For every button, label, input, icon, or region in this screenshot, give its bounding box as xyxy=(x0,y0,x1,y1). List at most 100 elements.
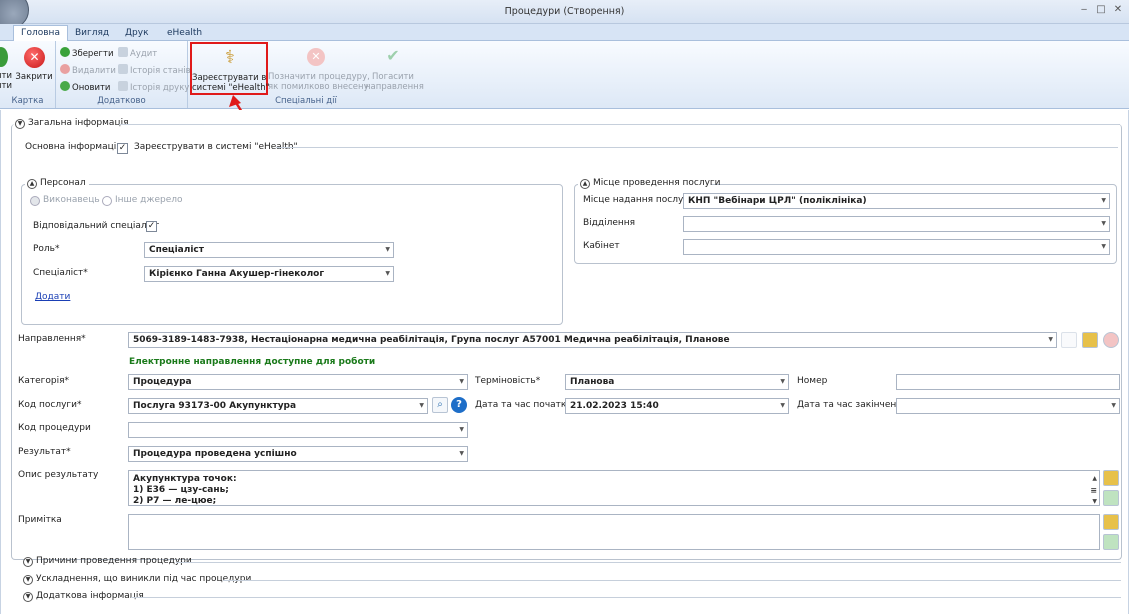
group-additional: Зберегти Видалити Оновити Аудит Історія … xyxy=(56,41,191,108)
search-service-icon[interactable]: ⌕ xyxy=(432,397,448,413)
description-label: Опис результату xyxy=(18,470,99,480)
audit-label: Аудит xyxy=(130,49,158,59)
add-template-icon[interactable] xyxy=(1103,490,1119,506)
start-date-input[interactable]: 21.02.2023 15:40 ▼ xyxy=(565,398,789,414)
refresh-icon xyxy=(60,81,70,91)
scroll-grip-icon[interactable]: ≡ xyxy=(1090,485,1097,496)
add-personnel-link[interactable]: Додати xyxy=(35,292,70,302)
minimize-button[interactable]: ‒ xyxy=(1077,4,1091,15)
other-source-radio-label: Інше джерело xyxy=(115,195,183,205)
cancel-referral-button[interactable]: Погасити направлення xyxy=(365,72,424,92)
open-referral-icon[interactable] xyxy=(1082,332,1098,348)
department-select[interactable]: ▼ xyxy=(683,216,1110,232)
provider-label: Місце надання послуг* xyxy=(583,195,693,205)
tab-view[interactable]: Вигляд xyxy=(68,26,116,42)
room-label: Кабінет xyxy=(583,241,620,251)
audit-button[interactable]: Аудит xyxy=(118,47,157,59)
save-close-button[interactable]: ити ити xyxy=(0,71,12,91)
history-icon xyxy=(118,64,128,74)
executor-radio[interactable] xyxy=(30,196,40,206)
save-button[interactable]: Зберегти xyxy=(60,47,114,59)
role-select[interactable]: Спеціаліст ▼ xyxy=(144,242,394,258)
category-value: Процедура xyxy=(133,377,192,387)
close-window-button[interactable]: ✕ xyxy=(1111,4,1125,15)
provider-select[interactable]: КНП "Вебінари ЦРЛ" (поліклініка) ▼ xyxy=(683,193,1110,209)
close-button[interactable]: Закрити xyxy=(14,72,54,82)
tab-ehealth[interactable]: eHealth xyxy=(160,26,209,42)
personnel-header: ▲ Персонал xyxy=(25,178,89,190)
group-special-label: Спеціальні дії xyxy=(275,96,337,106)
help-icon[interactable]: ? xyxy=(451,397,467,413)
divider xyxy=(131,597,1121,598)
collapse-personnel-icon[interactable]: ▲ xyxy=(27,179,37,189)
register-ehealth-checkbox[interactable]: ✓ xyxy=(117,143,128,154)
procedure-code-select[interactable]: ▼ xyxy=(128,422,468,438)
group-special: ⚕ Зареєструвати в системі "eHealth" ✕ По… xyxy=(188,41,424,108)
scroll-up-icon[interactable]: ▲ xyxy=(1092,473,1097,484)
tab-home[interactable]: Головна xyxy=(13,25,68,41)
save-icon xyxy=(60,47,70,57)
description-textarea[interactable]: Акупунктура точок: 1) E36 — цзу-сань; 2)… xyxy=(128,470,1100,506)
delete-button[interactable]: Видалити xyxy=(60,64,116,76)
chevron-down-icon: ▼ xyxy=(459,378,464,385)
title-bar: Процедури (Створення) ‒ □ ✕ xyxy=(0,0,1129,29)
clear-referral-icon[interactable] xyxy=(1103,332,1119,348)
edit-referral-icon[interactable] xyxy=(1061,332,1077,348)
register-ehealth-button[interactable]: ⚕ Зареєструвати в системі "eHealth" xyxy=(190,42,270,95)
main-form: ▼ Загальна інформація Основна інформація… xyxy=(0,110,1129,614)
end-date-label: Дата та час закінчення xyxy=(797,400,908,410)
history-print-button[interactable]: Історія друку xyxy=(118,81,189,93)
chevron-down-icon: ▼ xyxy=(1101,197,1106,204)
refresh-button[interactable]: Оновити xyxy=(60,81,110,93)
ribbon: ити ити ✕ Закрити Картка Зберегти Видали… xyxy=(0,41,1129,109)
collapse-reasons-icon[interactable]: ▼ xyxy=(23,557,33,567)
collapse-complications-icon[interactable]: ▼ xyxy=(23,575,33,585)
section-additional-title[interactable]: Додаткова інформація xyxy=(36,591,144,601)
referral-status: Електронне направлення доступне для робо… xyxy=(129,357,376,367)
caduceus-icon: ⚕ xyxy=(225,47,235,68)
specialist-label: Спеціаліст* xyxy=(33,268,88,278)
category-select[interactable]: Процедура ▼ xyxy=(128,374,468,390)
start-date-value: 21.02.2023 15:40 xyxy=(570,401,659,411)
note-textarea[interactable] xyxy=(128,514,1100,550)
chevron-down-icon: ▼ xyxy=(780,378,785,385)
result-value: Процедура проведена успішно xyxy=(133,449,297,459)
room-select[interactable]: ▼ xyxy=(683,239,1110,255)
note-add-template-icon[interactable] xyxy=(1103,534,1119,550)
specialist-select[interactable]: Кірієнко Ганна Акушер-гінеколог ▼ xyxy=(144,266,394,282)
template-icon[interactable] xyxy=(1103,470,1119,486)
collapse-place-icon[interactable]: ▲ xyxy=(580,179,590,189)
responsible-checkbox[interactable]: ✓ xyxy=(146,221,157,232)
place-title: Місце проведення послуги xyxy=(593,178,721,188)
start-date-label: Дата та час початку* xyxy=(475,400,577,410)
responsible-label: Відповідальний спеціаліст xyxy=(33,221,160,231)
service-select[interactable]: Послуга 93173-00 Акупунктура ▼ xyxy=(128,398,428,414)
section-reasons-title[interactable]: Причини проведення процедури xyxy=(36,556,192,566)
divider xyxy=(223,580,1121,581)
history-states-button[interactable]: Історія станів xyxy=(118,64,191,76)
mark-wrong-button[interactable]: Позначити процедуру, як помилково внесен… xyxy=(268,72,370,92)
save-label: Зберегти xyxy=(72,49,114,59)
provider-value: КНП "Вебінари ЦРЛ" (поліклініка) xyxy=(688,196,867,206)
refresh-label: Оновити xyxy=(72,83,111,93)
mark-wrong-icon: ✕ xyxy=(307,48,325,66)
note-template-icon[interactable] xyxy=(1103,514,1119,530)
result-select[interactable]: Процедура проведена успішно ▼ xyxy=(128,446,468,462)
group-card-label: Картка xyxy=(11,96,44,106)
ribbon-tabs: Головна Вигляд Друк eHealth xyxy=(0,24,1129,41)
urgency-select[interactable]: Планова ▼ xyxy=(565,374,789,390)
maximize-button[interactable]: □ xyxy=(1094,4,1108,15)
number-input[interactable] xyxy=(896,374,1120,390)
register-ehealth-check-label: Зареєструвати в системі "eHealth" xyxy=(134,142,298,152)
end-date-input[interactable]: ▼ xyxy=(896,398,1120,414)
other-source-radio[interactable] xyxy=(102,196,112,206)
referral-select[interactable]: 5069-3189-1483-7938, Нестаціонарна медич… xyxy=(128,332,1057,348)
save-close-icon xyxy=(0,47,8,67)
chevron-down-icon: ▼ xyxy=(1048,336,1053,343)
tab-print[interactable]: Друк xyxy=(118,26,156,42)
scroll-down-icon[interactable]: ▼ xyxy=(1092,496,1097,505)
delete-icon xyxy=(60,64,70,74)
section-complications-title[interactable]: Ускладнення, що виникли під час процедур… xyxy=(36,574,251,584)
chevron-down-icon: ▼ xyxy=(459,450,464,457)
collapse-additional-icon[interactable]: ▼ xyxy=(23,592,33,602)
